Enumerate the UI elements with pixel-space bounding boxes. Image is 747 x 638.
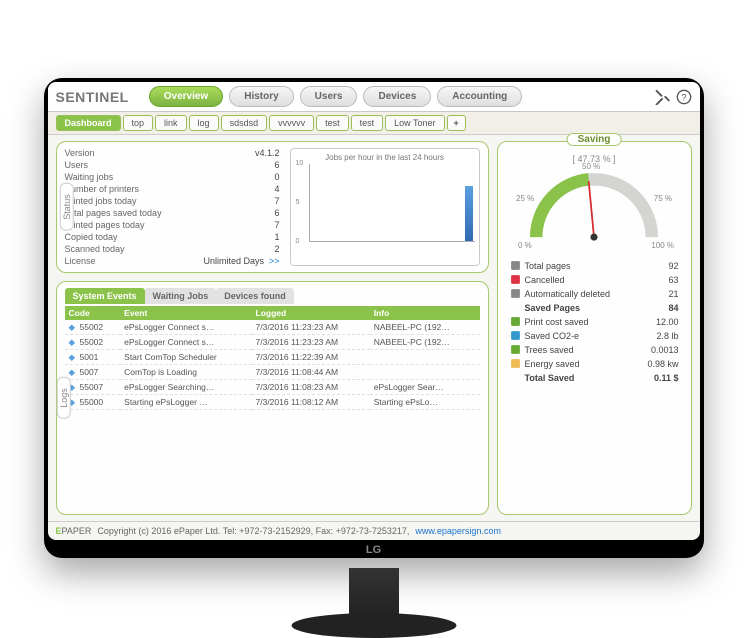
- subtab-8[interactable]: Low Toner: [385, 115, 444, 131]
- subtab-add[interactable]: +: [447, 115, 466, 131]
- table-row[interactable]: ◆5007ComTop is Loading7/3/2016 11:08:44 …: [65, 365, 480, 380]
- chart-ytick: 0: [296, 238, 300, 245]
- subtab-6[interactable]: test: [316, 115, 349, 131]
- jobs-chart: Jobs per hour in the last 24 hours 0 5 10: [290, 148, 480, 266]
- saving-gauge: 0 % 25 % 50 % 75 % 100 %: [514, 166, 674, 246]
- footer: EPAPER Copyright (c) 2016 ePaper Ltd. Te…: [48, 521, 700, 540]
- table-row[interactable]: ◆55002ePsLogger Connect s…7/3/2016 11:23…: [65, 335, 480, 350]
- topbar: SENTINEL Overview History UsersDevices Acco…: [48, 82, 700, 112]
- svg-text:?: ?: [681, 92, 686, 102]
- chart-bar: [465, 186, 473, 241]
- nav-tab-overview[interactable]: Overview: [149, 86, 223, 107]
- status-row: Waiting jobs0: [65, 172, 280, 182]
- log-col-event[interactable]: Event: [120, 306, 251, 320]
- log-table: CodeEventLoggedInfo ◆55002ePsLogger Conn…: [65, 306, 480, 410]
- saving-row: Saved Pages84: [510, 302, 679, 313]
- settings-tools-icon[interactable]: [654, 89, 670, 105]
- log-col-info[interactable]: Info: [370, 306, 480, 320]
- subtab-0[interactable]: Dashboard: [56, 115, 121, 131]
- pages-icon: [510, 260, 521, 271]
- subtab-1[interactable]: top: [123, 115, 154, 131]
- status-row: Printed jobs today7: [65, 196, 280, 206]
- nav-tab-users[interactable]: Users: [300, 86, 358, 107]
- logs-side-label: Logs: [56, 377, 70, 419]
- chart-title: Jobs per hour in the last 24 hours: [295, 153, 475, 162]
- saving-row: Total Saved0.11 $: [510, 372, 679, 383]
- saving-row: Trees saved0.0013: [510, 344, 679, 355]
- saving-row: Total pages92: [510, 260, 679, 271]
- log-tab-0[interactable]: System Events: [65, 288, 145, 304]
- footer-text: Copyright (c) 2016 ePaper Ltd. Tel: +972…: [97, 526, 409, 536]
- saving-row: Automatically deleted21: [510, 288, 679, 299]
- info-icon: ◆: [69, 322, 78, 331]
- chart-ytick: 10: [296, 160, 304, 167]
- saving-row: Cancelled63: [510, 274, 679, 285]
- status-row: Printed pages today7: [65, 220, 280, 230]
- table-row[interactable]: ◆55007ePsLogger Searching…7/3/2016 11:08…: [65, 380, 480, 395]
- subtab-4[interactable]: sdsdsd: [221, 115, 268, 131]
- footer-brand: EPAPER: [56, 526, 92, 536]
- gauge-min: 0 %: [518, 241, 532, 250]
- auto-delete-icon: [510, 288, 521, 299]
- app-logo: SENTINEL: [56, 89, 129, 105]
- nav-tab-accounting[interactable]: Accounting: [437, 86, 522, 107]
- status-row: Scanned today2: [65, 244, 280, 254]
- saving-row: Saved CO2-e2.8 lb: [510, 330, 679, 341]
- money-icon: [510, 316, 521, 327]
- status-row: Users6: [65, 160, 280, 170]
- saving-row: Print cost saved12.00: [510, 316, 679, 327]
- logs-panel: Logs System EventsWaiting JobsDevices fo…: [56, 281, 489, 515]
- gauge-q1: 25 %: [516, 194, 534, 203]
- subtab-5[interactable]: vvvvvv: [269, 115, 314, 131]
- nav-tab-devices[interactable]: Devices: [363, 86, 431, 107]
- saving-title: Saving: [567, 133, 622, 146]
- saving-panel: Saving [ 47.73 % ] 0 % 25 %: [497, 141, 692, 515]
- status-panel: Status Versionv4.1.2 Users6 Waiting jobs0 N…: [56, 141, 489, 273]
- log-col-logged[interactable]: Logged: [252, 306, 370, 320]
- tree-icon: [510, 344, 521, 355]
- status-row: Total pages saved today6: [65, 208, 280, 218]
- nav-tab-history[interactable]: History: [229, 86, 293, 107]
- status-row: Copied today1: [65, 232, 280, 242]
- table-row[interactable]: ◆55002ePsLogger Connect s…7/3/2016 11:23…: [65, 320, 480, 335]
- energy-icon: [510, 358, 521, 369]
- subtab-2[interactable]: link: [155, 115, 187, 131]
- subtabs: DashboardtoplinklogsdsdsdvvvvvvtesttestL…: [48, 112, 700, 135]
- subtab-3[interactable]: log: [189, 115, 219, 131]
- info-icon: ◆: [69, 352, 78, 361]
- monitor-brand: LG: [366, 544, 381, 556]
- license-link[interactable]: >>: [269, 256, 280, 266]
- cloud-icon: [510, 330, 521, 341]
- info-icon: ◆: [69, 337, 78, 346]
- log-col-code[interactable]: Code: [65, 306, 121, 320]
- subtab-7[interactable]: test: [351, 115, 384, 131]
- status-side-label: Status: [59, 183, 73, 231]
- status-row: Versionv4.1.2: [65, 148, 280, 158]
- gauge-max: 100 %: [651, 241, 674, 250]
- help-icon[interactable]: ?: [676, 89, 692, 105]
- gauge-mid: 50 %: [582, 162, 600, 171]
- gauge-q3: 75 %: [654, 194, 672, 203]
- chart-ytick: 5: [296, 199, 300, 206]
- status-row: Number of printers4: [65, 184, 280, 194]
- table-row[interactable]: ◆5001Start ComTop Scheduler7/3/2016 11:2…: [65, 350, 480, 365]
- table-row[interactable]: ◆55000Starting ePsLogger …7/3/2016 11:08…: [65, 395, 480, 410]
- saving-row: Energy saved0.98 kw: [510, 358, 679, 369]
- log-tab-1[interactable]: Waiting Jobs: [145, 288, 217, 304]
- footer-link[interactable]: www.epapersign.com: [415, 526, 501, 536]
- status-row: LicenseUnlimited Days >>: [65, 256, 280, 266]
- cancel-icon: [510, 274, 521, 285]
- info-icon: ◆: [69, 367, 78, 376]
- log-tab-2[interactable]: Devices found: [216, 288, 294, 304]
